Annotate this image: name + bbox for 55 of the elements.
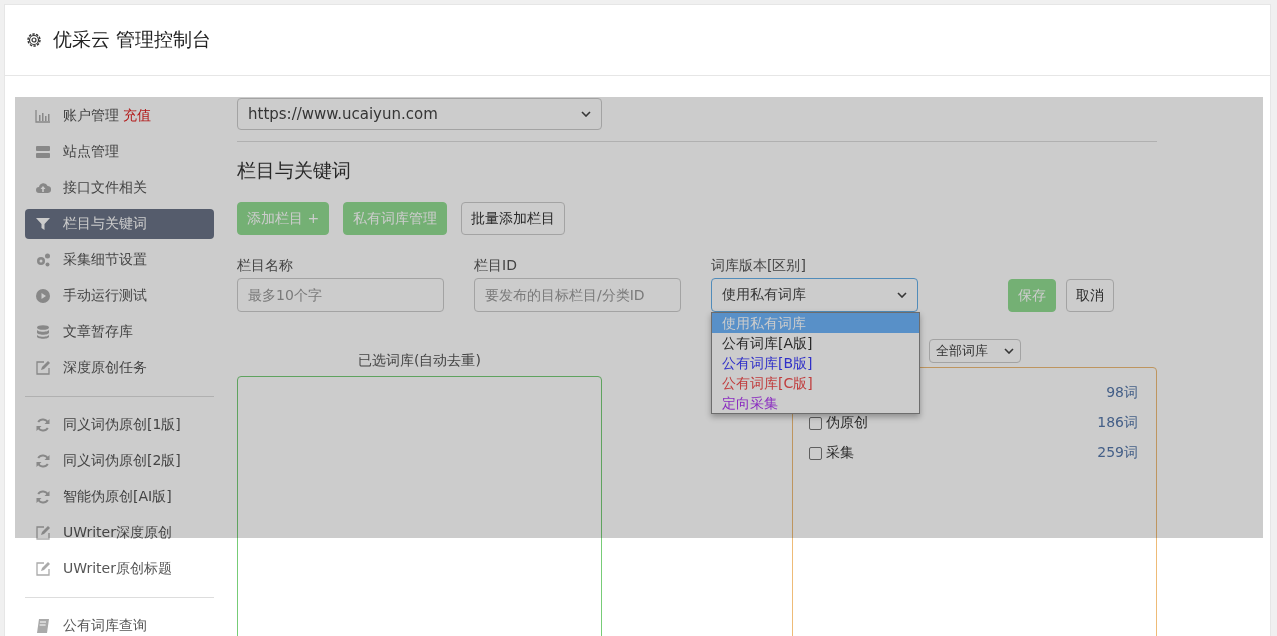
chevron-down-icon <box>897 292 907 298</box>
sidebar-item[interactable]: 站点管理 <box>25 137 214 167</box>
dropdown-option[interactable]: 公有词库[A版] <box>712 333 919 353</box>
checkbox[interactable] <box>809 416 822 430</box>
settings-icon <box>25 31 43 49</box>
dropdown-option[interactable]: 定向采集 <box>712 393 919 413</box>
library-label: 伪原创 <box>826 414 868 432</box>
sidebar-item[interactable]: 接口文件相关 <box>25 173 214 203</box>
edit-icon <box>35 561 51 577</box>
checkbox[interactable] <box>809 446 822 460</box>
sidebar-item[interactable]: 采集细节设置 <box>25 245 214 275</box>
refresh-icon <box>35 489 51 505</box>
sidebar-item[interactable]: 账户管理 充值 <box>25 101 214 131</box>
site-select[interactable]: https://www.ucaiyun.com <box>237 98 602 130</box>
edit-icon <box>35 360 51 376</box>
toolbar-button[interactable]: 批量添加栏目 <box>461 202 566 235</box>
field-label: 栏目ID <box>474 257 518 275</box>
sidebar-item[interactable]: 同义词伪原创[1版] <box>25 410 214 440</box>
cloud-upload-icon <box>35 180 51 196</box>
dropdown-option[interactable]: 公有词库[C版] <box>712 373 919 393</box>
sidebar-item[interactable]: UWriter原创标题 <box>25 554 214 584</box>
sidebar-item[interactable]: 公有词库查询 <box>25 611 214 636</box>
word-count: 259词 <box>1097 444 1138 462</box>
server-icon <box>35 144 51 160</box>
cancel-button[interactable]: 取消 <box>1066 279 1114 312</box>
field-label: 栏目名称 <box>237 257 294 275</box>
panel-title: 已选词库(自动去重) <box>358 352 481 370</box>
sidebar-item[interactable]: UWriter深度原创 <box>25 518 214 548</box>
field-label: 词库版本[区别] <box>711 257 807 275</box>
sidebar-item[interactable]: 深度原创任务 <box>25 353 214 383</box>
library-filter-select[interactable]: 全部词库 <box>929 339 1021 363</box>
filter-icon <box>35 216 51 232</box>
dropdown-option[interactable]: 公有词库[B版] <box>712 353 919 373</box>
section-heading: 栏目与关键词 <box>237 158 352 183</box>
edit-icon <box>35 525 51 541</box>
word-count: 98词 <box>1106 384 1138 402</box>
id-input[interactable]: 要发布的目标栏目/分类ID <box>474 278 681 312</box>
name-input[interactable]: 最多10个字 <box>237 278 444 312</box>
sidebar-item[interactable]: 栏目与关键词 <box>25 209 214 239</box>
refresh-icon <box>35 453 51 469</box>
play-circle-icon <box>35 288 51 304</box>
database-icon <box>35 324 51 340</box>
sidebar-item[interactable]: 文章暂存库 <box>25 317 214 347</box>
chevron-down-icon <box>1004 348 1014 354</box>
library-label: 采集 <box>826 444 854 462</box>
bar-chart-icon <box>35 108 51 124</box>
sidebar-item[interactable]: 智能伪原创[AI版] <box>25 482 214 512</box>
sidebar-item[interactable]: 同义词伪原创[2版] <box>25 446 214 476</box>
app-title: 优采云 管理控制台 <box>53 27 212 52</box>
word-count: 186词 <box>1097 414 1138 432</box>
sidebar-item[interactable]: 手动运行测试 <box>25 281 214 311</box>
gears-icon <box>35 252 51 268</box>
refresh-icon <box>35 417 51 433</box>
chevron-down-icon <box>581 111 591 117</box>
recharge-link[interactable]: 充值 <box>123 107 151 125</box>
